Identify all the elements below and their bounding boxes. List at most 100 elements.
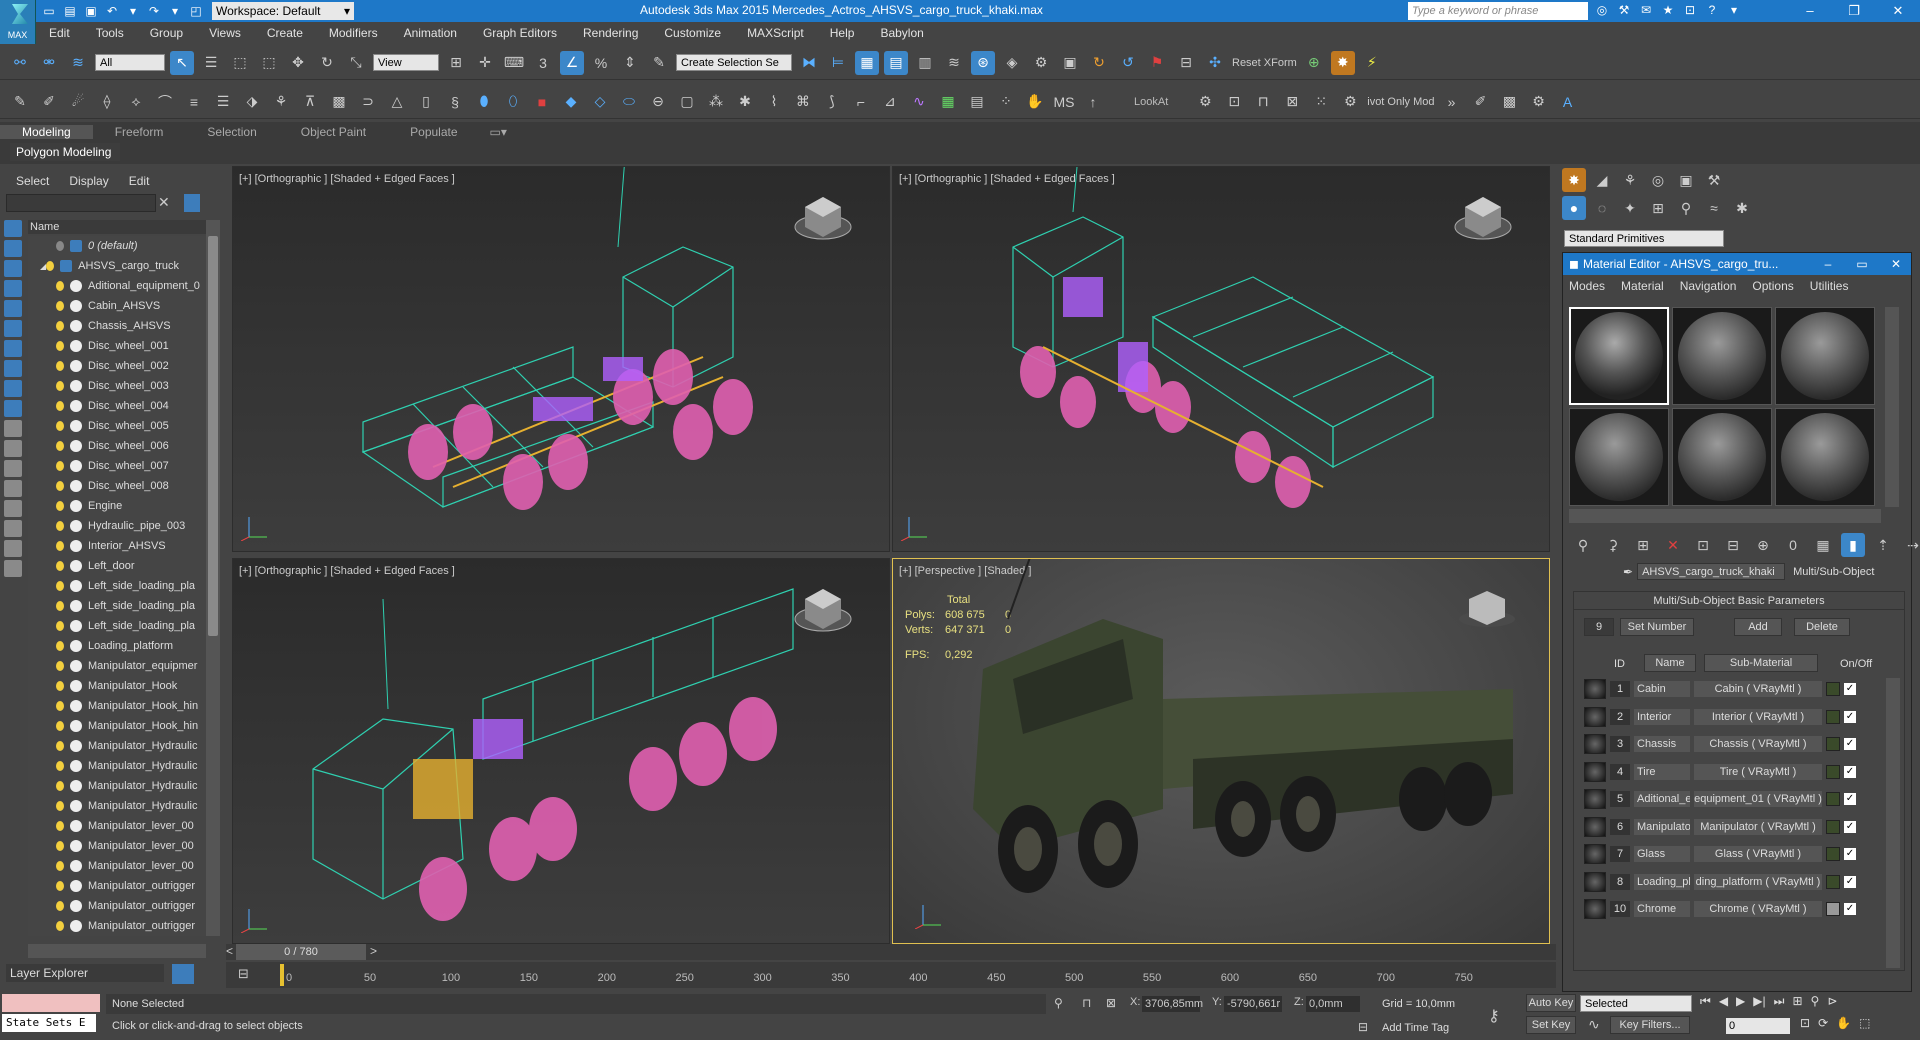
- scene-list-item[interactable]: Manipulator_Hook_hin: [28, 716, 206, 736]
- visibility-bulb-icon[interactable]: [46, 261, 55, 271]
- undo-dropdown-icon[interactable]: ▾: [124, 2, 142, 20]
- cube-icon[interactable]: ◆: [559, 90, 583, 114]
- pick-material-icon[interactable]: ✒: [1623, 565, 1633, 579]
- app-logo[interactable]: MAX: [0, 0, 36, 44]
- submaterial-name[interactable]: Tire: [1634, 763, 1690, 780]
- visibility-bulb-icon[interactable]: [56, 241, 64, 251]
- scene-filter-icon[interactable]: [4, 240, 22, 257]
- material-editor-titlebar[interactable]: ◼ Material Editor - AHSVS_cargo_tru... –…: [1563, 253, 1911, 275]
- scene-search-input[interactable]: [6, 194, 156, 212]
- submaterial-id[interactable]: 8: [1610, 873, 1630, 890]
- workspace-dropdown[interactable]: Workspace: Default ▾: [212, 2, 354, 20]
- material-editor-icon[interactable]: ◈: [1000, 51, 1024, 75]
- visibility-bulb-icon[interactable]: [56, 841, 64, 851]
- tube-icon[interactable]: ⬭: [617, 90, 641, 114]
- helpers-icon[interactable]: ⚲: [1674, 196, 1698, 220]
- checker-pattern-icon[interactable]: ▩: [1498, 90, 1522, 114]
- magnet-icon[interactable]: ⊃: [356, 90, 380, 114]
- submaterial-onoff-checkbox[interactable]: ✓: [1844, 765, 1856, 778]
- zoom-icon[interactable]: ⚲: [1811, 994, 1820, 1009]
- previous-frame-icon[interactable]: ◀: [1719, 994, 1728, 1009]
- submaterial-thumbnail[interactable]: [1584, 871, 1606, 892]
- cube-alt-icon[interactable]: ◇: [588, 90, 612, 114]
- visibility-bulb-icon[interactable]: [56, 681, 64, 691]
- scene-filter-icon[interactable]: [4, 340, 22, 357]
- hook-icon[interactable]: ⌐: [849, 90, 873, 114]
- show-shaded-icon[interactable]: ▦: [1811, 533, 1835, 557]
- chevron-right-icon[interactable]: >: [370, 944, 377, 958]
- display-tab-icon[interactable]: ▣: [1674, 168, 1698, 192]
- eraser-icon[interactable]: ✐: [1469, 90, 1493, 114]
- scene-list-item[interactable]: Manipulator_outrigger: [28, 896, 206, 916]
- maxscript-listener[interactable]: [2, 994, 100, 1012]
- subscription-icon[interactable]: ⚒: [1616, 2, 1632, 18]
- utilities-tab-icon[interactable]: ⚒: [1702, 168, 1726, 192]
- rectangle-selection-icon[interactable]: ⬚: [228, 51, 252, 75]
- mini-curve-editor-icon[interactable]: ⊟: [238, 966, 256, 982]
- shapes-icon[interactable]: ◌: [1590, 196, 1614, 220]
- track-bar[interactable]: ⊟ 0 50 100 150 200 250 300 350 400 450 500 550 600 65…: [226, 962, 1556, 988]
- spinner-snap-icon[interactable]: ⇕: [618, 51, 642, 75]
- make-copy-icon[interactable]: ⊡: [1691, 533, 1715, 557]
- percent-snap-icon[interactable]: %: [589, 51, 613, 75]
- sample-slot[interactable]: [1569, 408, 1669, 506]
- arrow-up-icon[interactable]: ↑: [1081, 90, 1105, 114]
- submaterial-name[interactable]: Chrome: [1634, 901, 1690, 917]
- object-type-dropdown[interactable]: Standard Primitives: [1564, 230, 1724, 247]
- pivot-gear-icon[interactable]: ⚙: [1338, 90, 1362, 114]
- render-iterative-icon[interactable]: ↺: [1116, 51, 1140, 75]
- z-coordinate-field[interactable]: 0,0mm: [1306, 996, 1360, 1012]
- dotted-icon[interactable]: ⁙: [1309, 90, 1333, 114]
- submaterial-thumbnail[interactable]: [1584, 789, 1606, 809]
- snaps-toggle-icon[interactable]: 3: [531, 51, 555, 75]
- visibility-bulb-icon[interactable]: [56, 721, 64, 731]
- submaterial-onoff-checkbox[interactable]: ✓: [1844, 820, 1856, 833]
- submaterial-button[interactable]: equipment_01 ( VRayMtl ): [1694, 791, 1822, 807]
- scene-list-item[interactable]: Engine: [28, 496, 206, 516]
- scene-filter-icon[interactable]: [4, 220, 22, 237]
- visibility-bulb-icon[interactable]: [56, 581, 64, 591]
- ribbon-tab-selection[interactable]: Selection: [185, 125, 278, 139]
- gear-icon[interactable]: ⚙: [1193, 90, 1217, 114]
- next-frame-icon[interactable]: ▶|: [1753, 994, 1765, 1009]
- material-menu-utilities[interactable]: Utilities: [1810, 279, 1849, 293]
- cone-icon[interactable]: △: [385, 90, 409, 114]
- state-sets-field[interactable]: State Sets E: [2, 1014, 96, 1032]
- bend-icon[interactable]: ⌇: [762, 90, 786, 114]
- count-field[interactable]: 9: [1584, 618, 1614, 636]
- menu-edit[interactable]: Edit: [36, 26, 83, 40]
- visibility-bulb-icon[interactable]: [56, 381, 64, 391]
- submaterial-id[interactable]: 7: [1610, 846, 1630, 862]
- key-curve-icon[interactable]: ∿: [1588, 1016, 1600, 1033]
- submaterial-onoff-checkbox[interactable]: ✓: [1844, 848, 1856, 860]
- hand-icon[interactable]: ✋: [1023, 90, 1047, 114]
- film-icon[interactable]: ▤: [965, 90, 989, 114]
- text-icon[interactable]: A: [1556, 90, 1580, 114]
- absolute-mode-icon[interactable]: ⊠: [1106, 996, 1116, 1010]
- disc-icon[interactable]: ⊖: [646, 90, 670, 114]
- sculpt-icon[interactable]: ☄: [66, 90, 90, 114]
- favorites-icon[interactable]: ★: [1660, 2, 1676, 18]
- add-time-tag-button[interactable]: Add Time Tag: [1382, 1022, 1449, 1034]
- assign-material-icon[interactable]: ⊞: [1631, 533, 1655, 557]
- motion-tab-icon[interactable]: ◎: [1646, 168, 1670, 192]
- visibility-bulb-icon[interactable]: [56, 321, 64, 331]
- menu-animation[interactable]: Animation: [391, 26, 470, 40]
- scene-list-item[interactable]: Left_side_loading_pla: [28, 596, 206, 616]
- brush-icon[interactable]: ✐: [37, 90, 61, 114]
- submaterial-button[interactable]: Cabin ( VRayMtl ): [1694, 681, 1822, 697]
- maximize-button[interactable]: ▭: [1847, 257, 1877, 271]
- submaterial-thumbnail[interactable]: [1584, 899, 1606, 919]
- submaterial-onoff-checkbox[interactable]: ✓: [1844, 793, 1856, 805]
- scene-list-item[interactable]: Manipulator_lever_00: [28, 816, 206, 836]
- go-forward-sibling-icon[interactable]: ⇢: [1901, 533, 1920, 557]
- submaterial-color-swatch[interactable]: [1826, 792, 1840, 806]
- systems-icon[interactable]: ✱: [1730, 196, 1754, 220]
- scene-list-item[interactable]: Hydraulic_pipe_003: [28, 516, 206, 536]
- visibility-bulb-icon[interactable]: [56, 501, 64, 511]
- undo-icon[interactable]: ↶: [103, 2, 121, 20]
- select-manipulate-icon[interactable]: ✛: [473, 51, 497, 75]
- visibility-bulb-icon[interactable]: [56, 541, 64, 551]
- ribbon-options-icon[interactable]: ▭▾: [480, 125, 517, 139]
- paint-icon[interactable]: ✎: [8, 90, 32, 114]
